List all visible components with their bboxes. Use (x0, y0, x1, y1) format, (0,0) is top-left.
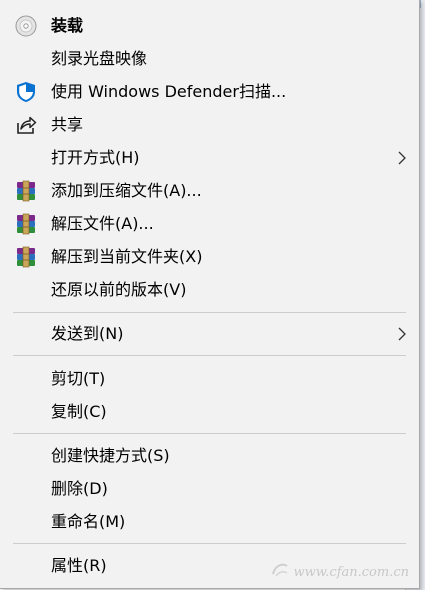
menu-item-restore-previous-versions[interactable]: 还原以前的版本(V) (0, 273, 418, 306)
menu-item-open-with[interactable]: 打开方式(H) (0, 141, 418, 174)
menu-item-label: 使用 Windows Defender扫描... (51, 82, 287, 101)
menu-item-label: 打开方式(H) (51, 148, 140, 167)
menu-item-label: 解压到当前文件夹(X) (51, 247, 203, 266)
cfan-logo-icon (272, 563, 289, 577)
share-icon (14, 113, 38, 137)
menu-item-label: 解压文件(A)... (51, 214, 154, 233)
winrar-icon (14, 212, 38, 236)
chevron-right-icon (398, 151, 406, 165)
menu-item-label: 装载 (51, 16, 84, 35)
chevron-right-icon (398, 327, 406, 341)
menu-item-label: 共享 (51, 115, 84, 134)
menu-item-share[interactable]: 共享 (0, 108, 418, 141)
menu-item-label: 添加到压缩文件(A)... (51, 181, 202, 200)
watermark: www.cfan.com.cn (272, 563, 409, 580)
watermark-text: www.cfan.com.cn (293, 565, 409, 580)
menu-item-mount[interactable]: 装载 (0, 9, 418, 42)
winrar-icon (14, 245, 38, 269)
menu-item-create-shortcut[interactable]: 创建快捷方式(S) (0, 439, 418, 472)
menu-item-label: 刻录光盘映像 (51, 49, 148, 68)
menu-item-label: 属性(R) (51, 556, 107, 575)
menu-item-cut[interactable]: 剪切(T) (0, 362, 418, 395)
menu-item-label: 创建快捷方式(S) (51, 446, 170, 465)
menu-item-label: 发送到(N) (51, 324, 124, 343)
menu-item-burn-disc-image[interactable]: 刻录光盘映像 (0, 42, 418, 75)
context-menu: 装载 刻录光盘映像 使用 Windows Defender扫描... 共享 打开… (0, 0, 420, 589)
menu-item-send-to[interactable]: 发送到(N) (0, 317, 418, 350)
menu-item-label: 还原以前的版本(V) (51, 280, 187, 299)
menu-item-add-to-archive[interactable]: 添加到压缩文件(A)... (0, 174, 418, 207)
menu-item-extract-here[interactable]: 解压到当前文件夹(X) (0, 240, 418, 273)
menu-item-copy[interactable]: 复制(C) (0, 395, 418, 428)
menu-item-label: 复制(C) (51, 402, 107, 421)
menu-item-defender-scan[interactable]: 使用 Windows Defender扫描... (0, 75, 418, 108)
menu-separator (13, 312, 406, 313)
disc-icon (14, 14, 38, 38)
menu-item-label: 剪切(T) (51, 369, 106, 388)
menu-item-label: 删除(D) (51, 479, 108, 498)
menu-item-label: 重命名(M) (51, 512, 126, 531)
shield-icon (14, 80, 38, 104)
menu-separator (13, 543, 406, 544)
menu-item-rename[interactable]: 重命名(M) (0, 505, 418, 538)
menu-separator (13, 355, 406, 356)
winrar-icon (14, 179, 38, 203)
menu-separator (13, 433, 406, 434)
menu-item-extract-files[interactable]: 解压文件(A)... (0, 207, 418, 240)
menu-item-delete[interactable]: 删除(D) (0, 472, 418, 505)
